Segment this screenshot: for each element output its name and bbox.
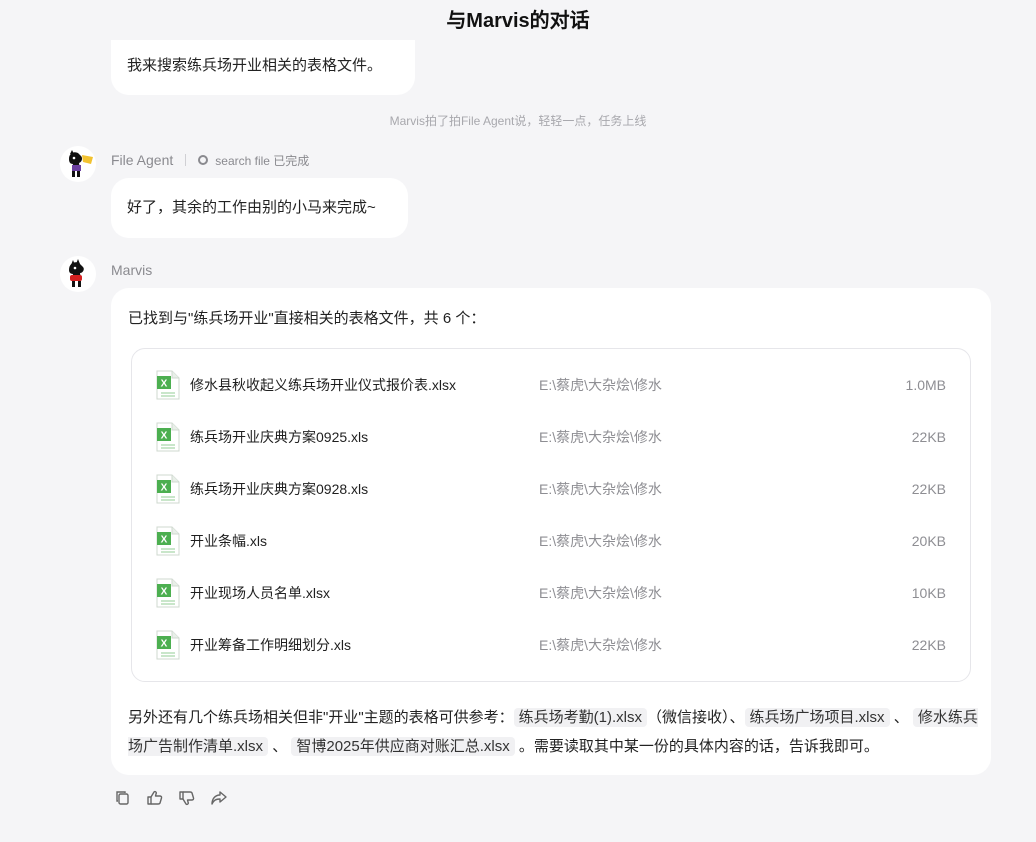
file-row[interactable]: X 修水县秋收起义练兵场开业仪式报价表.xlsx E:\蔡虎\大杂烩\修水 1.0MB xyxy=(132,359,970,411)
file-row[interactable]: X 开业筹备工作明细划分.xls E:\蔡虎\大杂烩\修水 22KB xyxy=(132,619,970,671)
sender-name: File Agent xyxy=(111,152,174,168)
file-path: E:\蔡虎\大杂烩\修水 xyxy=(539,481,662,497)
status-ring-icon xyxy=(198,155,209,165)
excel-file-icon: X xyxy=(156,630,180,660)
file-agent-avatar[interactable] xyxy=(60,146,96,182)
file-size: 10KB xyxy=(911,585,946,601)
message-text: 好了，其余的工作由别的小马来完成~ xyxy=(127,199,376,216)
excel-file-icon: X xyxy=(156,474,180,504)
svg-text:X: X xyxy=(161,431,168,442)
footer-text: 、 xyxy=(272,738,288,755)
file-row[interactable]: X 开业现场人员名单.xlsx E:\蔡虎\大杂烩\修水 10KB xyxy=(132,567,970,619)
marvis-message: 已找到与"练兵场开业"直接相关的表格文件，共 6 个： X 修水县秋收起义练兵场开… xyxy=(111,288,991,775)
file-name: 开业现场人员名单.xlsx xyxy=(190,585,330,601)
excel-file-icon: X xyxy=(156,370,180,400)
svg-text:X: X xyxy=(161,535,168,546)
page-title: 与Marvis的对话 xyxy=(446,10,590,32)
file-path: E:\蔡虎\大杂烩\修水 xyxy=(539,533,662,549)
footer-text: 。需要读取其中某一份的具体内容的话，告诉我即可。 xyxy=(518,738,879,755)
file-size: 22KB xyxy=(911,637,946,653)
horse-avatar-icon xyxy=(69,150,93,177)
file-name: 修水县秋收起义练兵场开业仪式报价表.xlsx xyxy=(190,377,456,393)
share-icon[interactable] xyxy=(210,789,228,807)
status-text: search file 已完成 xyxy=(215,153,310,168)
file-name: 开业筹备工作明细划分.xls xyxy=(190,637,351,653)
excel-file-icon: X xyxy=(156,578,180,608)
thumbs-down-icon[interactable] xyxy=(178,789,196,807)
file-path: E:\蔡虎\大杂烩\修水 xyxy=(539,585,662,601)
file-path: E:\蔡虎\大杂烩\修水 xyxy=(539,377,662,393)
file-chip[interactable]: 练兵场考勤(1).xlsx xyxy=(513,708,647,727)
file-size: 22KB xyxy=(911,429,946,445)
marvis-avatar[interactable] xyxy=(60,256,96,292)
file-chip[interactable]: 智博2025年供应商对账汇总.xlsx xyxy=(291,737,515,756)
file-agent-message: 好了，其余的工作由别的小马来完成~ xyxy=(111,178,408,238)
message-intro: 已找到与"练兵场开业"直接相关的表格文件，共 6 个： xyxy=(128,310,486,327)
excel-file-icon: X xyxy=(156,422,180,452)
file-size: 20KB xyxy=(911,533,946,549)
message-footer: 另外还有几个练兵场相关但非"开业"主题的表格可供参考： 练兵场考勤(1).xlsx… xyxy=(128,703,978,761)
file-row[interactable]: X 练兵场开业庆典方案0928.xls E:\蔡虎\大杂烩\修水 22KB xyxy=(132,463,970,515)
horse-avatar-icon xyxy=(69,259,84,287)
copy-icon[interactable] xyxy=(114,789,132,807)
svg-text:X: X xyxy=(161,639,168,650)
file-row[interactable]: X 练兵场开业庆典方案0925.xls E:\蔡虎\大杂烩\修水 22KB xyxy=(132,411,970,463)
footer-text: （微信接收）、 xyxy=(647,709,745,726)
system-note: Marvis拍了拍File Agent说，轻轻一点，任务上线 xyxy=(389,114,647,128)
svg-text:X: X xyxy=(161,587,168,598)
message-actions xyxy=(114,789,228,807)
marvis-header: Marvis xyxy=(111,260,152,280)
file-name: 开业条幅.xls xyxy=(190,533,267,549)
svg-text:X: X xyxy=(161,379,168,390)
marvis-message-previous: 我来搜索练兵场开业相关的表格文件。 xyxy=(111,40,415,95)
file-path: E:\蔡虎\大杂烩\修水 xyxy=(539,637,662,653)
file-agent-header: File Agent search file 已完成 xyxy=(111,150,309,170)
footer-text: 、 xyxy=(893,709,909,726)
file-row[interactable]: X 开业条幅.xls E:\蔡虎\大杂烩\修水 20KB xyxy=(132,515,970,567)
footer-text: 另外还有几个练兵场相关但非"开业"主题的表格可供参考： xyxy=(128,709,514,726)
file-size: 1.0MB xyxy=(905,377,946,393)
svg-text:X: X xyxy=(161,483,168,494)
file-chip[interactable]: 练兵场广场项目.xlsx xyxy=(744,708,890,727)
task-status: search file 已完成 xyxy=(198,152,309,169)
sender-name: Marvis xyxy=(111,262,153,278)
message-text: 我来搜索练兵场开业相关的表格文件。 xyxy=(127,57,383,74)
thumbs-up-icon[interactable] xyxy=(146,789,164,807)
excel-file-icon: X xyxy=(156,526,180,556)
file-size: 22KB xyxy=(911,481,946,497)
file-path: E:\蔡虎\大杂烩\修水 xyxy=(539,429,662,445)
file-list-card: X 修水县秋收起义练兵场开业仪式报价表.xlsx E:\蔡虎\大杂烩\修水 1.0MB… xyxy=(131,348,971,682)
file-name: 练兵场开业庆典方案0928.xls xyxy=(190,481,369,497)
file-name: 练兵场开业庆典方案0925.xls xyxy=(190,429,369,445)
divider xyxy=(185,154,187,166)
